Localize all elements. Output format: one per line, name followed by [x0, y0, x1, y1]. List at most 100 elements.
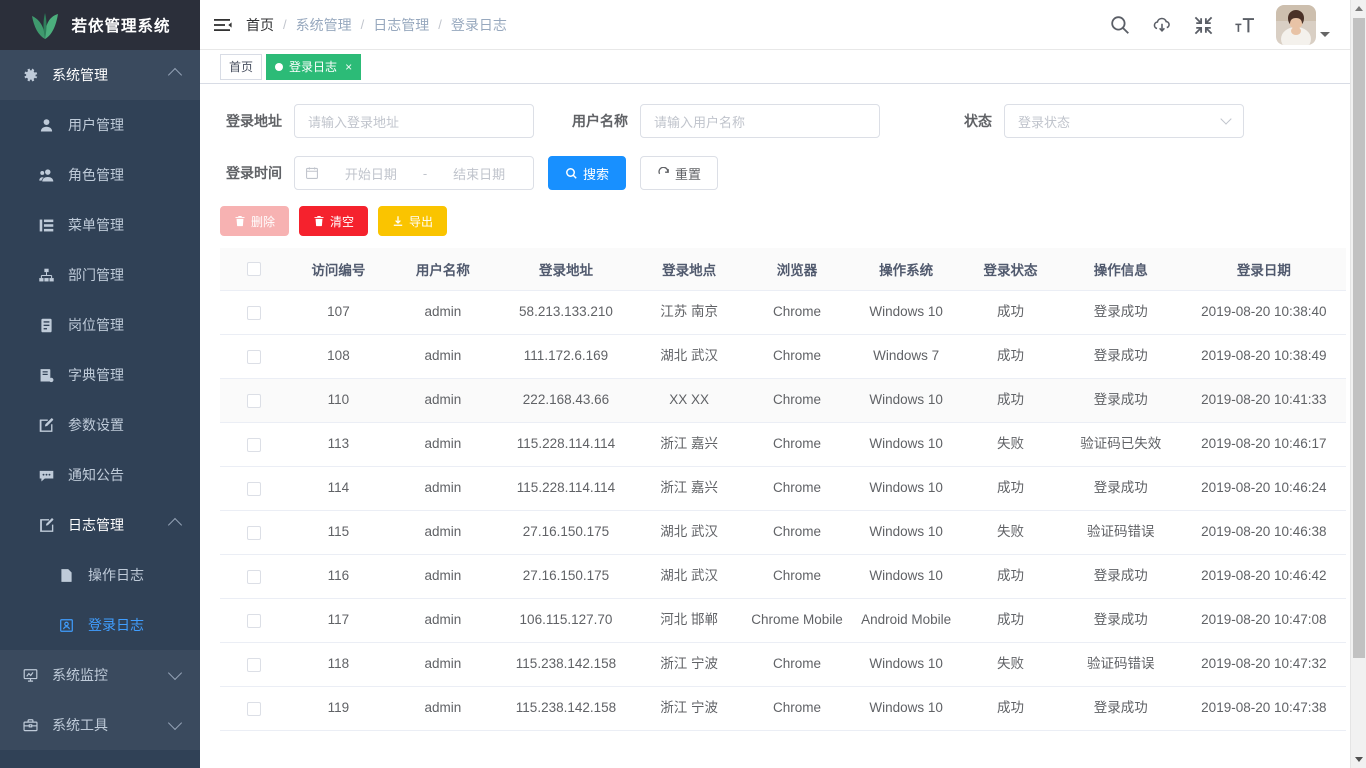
logo[interactable]: 若依管理系统: [0, 0, 200, 50]
row-select-cell: [220, 598, 289, 643]
column-header-message[interactable]: 操作信息: [1059, 248, 1182, 291]
font-size-icon[interactable]: [1234, 14, 1256, 36]
user-name-input[interactable]: 请输入用户名称: [640, 104, 880, 138]
breadcrumb-item-0[interactable]: 首页: [246, 15, 274, 35]
table-row[interactable]: 113 admin 115.228.114.114 浙江 嘉兴 Chrome Window…: [220, 422, 1346, 467]
status-select[interactable]: 登录状态: [1004, 104, 1244, 138]
row-checkbox[interactable]: [247, 437, 261, 452]
select-all-checkbox[interactable]: [247, 262, 261, 277]
sidebar-group-label: 系统管理: [52, 67, 108, 83]
cell-message: 登录成功: [1059, 378, 1182, 423]
row-checkbox[interactable]: [247, 305, 261, 320]
scroll-down-icon[interactable]: [1355, 757, 1363, 762]
cell-id: 107: [288, 290, 389, 335]
scrollbar-thumb[interactable]: [1353, 18, 1365, 658]
sidebar-item-parameter-settings[interactable]: 参数设置: [0, 400, 200, 450]
cell-id: 115: [288, 510, 389, 555]
cell-ip: 58.213.133.210: [496, 290, 636, 335]
exit-fullscreen-icon[interactable]: [1193, 15, 1214, 36]
sidebar-group-system-management[interactable]: 系统管理: [0, 50, 200, 100]
cell-date: 2019-08-20 10:38:49: [1181, 334, 1346, 379]
reset-button-label: 重置: [675, 166, 702, 182]
row-checkbox[interactable]: [247, 657, 261, 672]
breadcrumb-item-3: 登录日志: [450, 16, 507, 33]
row-checkbox[interactable]: [247, 349, 261, 364]
sidebar-item-notice[interactable]: 通知公告: [0, 450, 200, 500]
user-name-placeholder: 请输入用户名称: [654, 114, 746, 130]
sidebar-item-department-management[interactable]: 部门管理: [0, 250, 200, 300]
column-header-status[interactable]: 登录状态: [961, 248, 1060, 291]
user-name-label: 用户名称: [572, 113, 628, 129]
delete-button[interactable]: 删除: [220, 206, 290, 236]
login-log-table: 访问编号 用户名称 登录地址 登录地点 浏览器 操作系统 登录状态 操作信息 登…: [220, 248, 1346, 731]
column-header-location[interactable]: 登录地点: [635, 248, 744, 291]
cell-status: 成功: [961, 334, 1060, 379]
sidebar-item-dictionary-management[interactable]: 字典管理: [0, 350, 200, 400]
table-row[interactable]: 117 admin 106.115.127.70 河北 邯郸 Chrome Mobile…: [220, 598, 1346, 643]
sidebar-group-system-monitor[interactable]: 系统监控: [0, 650, 200, 700]
login-address-input[interactable]: 请输入登录地址: [294, 104, 534, 138]
table-row[interactable]: 115 admin 27.16.150.175 湖北 武汉 Chrome Windows …: [220, 510, 1346, 555]
sidebar-item-operation-log[interactable]: 操作日志: [0, 550, 200, 600]
table-row[interactable]: 116 admin 27.16.150.175 湖北 武汉 Chrome Windows …: [220, 554, 1346, 599]
row-checkbox[interactable]: [247, 481, 261, 496]
column-header-ip[interactable]: 登录地址: [496, 248, 636, 291]
avatar[interactable]: [1276, 5, 1330, 45]
sidebar-group-log-management[interactable]: 日志管理: [0, 500, 200, 550]
cell-date: 2019-08-20 10:46:38: [1181, 510, 1346, 555]
table-row[interactable]: 118 admin 115.238.142.158 浙江 宁波 Chrome Window…: [220, 642, 1346, 687]
column-header-browser[interactable]: 浏览器: [743, 248, 851, 291]
row-checkbox[interactable]: [247, 569, 261, 584]
active-dot-icon: [275, 62, 284, 71]
export-button[interactable]: 导出: [378, 206, 448, 236]
tag-login-log[interactable]: 登录日志 ×: [266, 53, 362, 80]
sidebar-item-post-management[interactable]: 岗位管理: [0, 300, 200, 350]
row-checkbox[interactable]: [247, 701, 261, 716]
cell-user: admin: [388, 642, 497, 687]
sidebar-item-menu-management[interactable]: 菜单管理: [0, 200, 200, 250]
scroll-up-icon[interactable]: [1355, 6, 1363, 11]
cell-os: Windows 10: [850, 466, 962, 511]
avatar-image: [1276, 5, 1316, 45]
cell-message: 登录成功: [1059, 466, 1182, 511]
cell-location: 湖北 武汉: [635, 334, 744, 379]
cell-id: 110: [288, 378, 389, 423]
clear-button[interactable]: 清空: [299, 206, 369, 236]
page-scrollbar[interactable]: [1350, 0, 1366, 768]
row-checkbox[interactable]: [247, 393, 261, 408]
hamburger-icon[interactable]: [200, 15, 246, 35]
table-row[interactable]: 119 admin 115.238.142.158 浙江 宁波 Chrome Window…: [220, 686, 1346, 731]
row-checkbox[interactable]: [247, 613, 261, 628]
row-checkbox[interactable]: [247, 525, 261, 540]
column-header-user[interactable]: 用户名称: [388, 248, 497, 291]
sidebar-item-user-management[interactable]: 用户管理: [0, 100, 200, 150]
sidebar-item-label: 参数设置: [68, 417, 124, 433]
cell-status: 成功: [961, 554, 1060, 599]
row-select-cell: [220, 422, 289, 467]
table-row[interactable]: 107 admin 58.213.133.210 江苏 南京 Chrome Windows…: [220, 290, 1346, 335]
sidebar-item-role-management[interactable]: 角色管理: [0, 150, 200, 200]
column-header-id[interactable]: 访问编号: [288, 248, 389, 291]
reset-button[interactable]: 重置: [640, 156, 719, 190]
status-placeholder: 登录状态: [1018, 114, 1071, 130]
document-icon: [56, 565, 76, 585]
logo-leaf-icon: [29, 9, 61, 41]
cloud-download-icon[interactable]: [1151, 14, 1173, 36]
search-button[interactable]: 搜索: [548, 156, 627, 190]
table-row[interactable]: 114 admin 115.228.114.114 浙江 嘉兴 Chrome Window…: [220, 466, 1346, 511]
row-select-cell: [220, 466, 289, 511]
table-row[interactable]: 108 admin 111.172.6.169 湖北 武汉 Chrome Windows …: [220, 334, 1346, 379]
tag-label: 登录日志: [289, 60, 338, 74]
column-header-os[interactable]: 操作系统: [850, 248, 962, 291]
cell-message: 验证码已失效: [1059, 422, 1182, 467]
table-row[interactable]: 110 admin 222.168.43.66 XX XX Chrome Windows …: [220, 378, 1346, 423]
search-icon[interactable]: [1109, 14, 1131, 36]
login-time-daterange[interactable]: 开始日期 - 结束日期: [294, 156, 534, 190]
sidebar-group-system-tools[interactable]: 系统工具: [0, 700, 200, 750]
tag-home[interactable]: 首页: [220, 53, 263, 80]
cell-status: 失败: [961, 422, 1060, 467]
column-header-date[interactable]: 登录日期: [1181, 248, 1346, 291]
sidebar-item-login-log[interactable]: 登录日志: [0, 600, 200, 650]
close-icon[interactable]: ×: [345, 61, 352, 73]
row-select-cell: [220, 686, 289, 731]
